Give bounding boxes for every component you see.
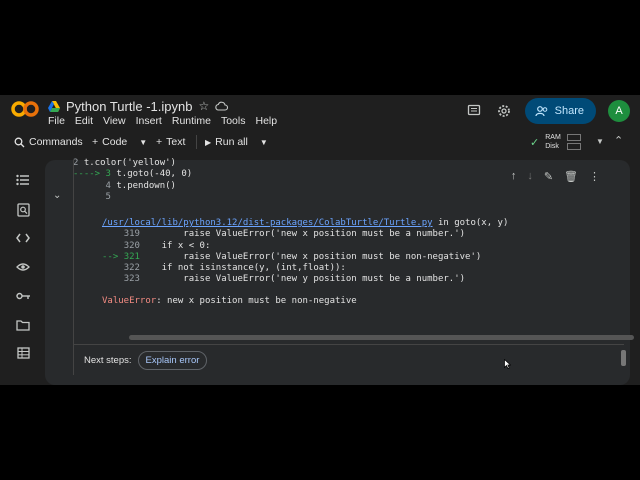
colab-logo[interactable] [10,101,40,117]
line-number: 322 [123,263,140,274]
plus-icon: + [156,136,163,148]
move-down-arrow-icon[interactable]: ↓ [527,170,533,183]
star-icon[interactable]: ☆ [198,99,209,113]
run-all-button[interactable]: ▶ Run all ▼ [205,136,268,148]
line-number: 319 [123,229,140,240]
horizontal-scrollbar[interactable] [129,335,634,340]
toolbar: Commands + Code ▼ + Text ▶ Run all ▼ ✓ R… [0,130,640,154]
data-table-icon[interactable] [15,345,31,361]
disk-bar [566,143,581,150]
menu-edit[interactable]: Edit [75,115,93,127]
play-icon: ▶ [205,137,212,147]
ram-label: RAM [545,134,561,141]
text-label: Text [166,136,186,148]
table-of-contents-icon[interactable] [15,172,31,188]
more-options-icon[interactable]: ⋮ [589,170,600,183]
menu-runtime[interactable]: Runtime [172,115,211,127]
traceback-file-link[interactable]: /usr/local/lib/python3.12/dist-packages/… [102,218,433,228]
usage-bars [566,134,581,150]
collapse-output-chevron-icon[interactable]: ⌄ [53,190,61,201]
settings-gear-icon[interactable] [495,102,513,120]
share-label: Share [554,105,584,117]
error-type: ValueError [102,296,157,306]
cell-output: /usr/local/lib/python3.12/dist-packages/… [73,160,634,375]
connected-check-icon: ✓ [530,136,540,149]
search-icon [14,137,25,147]
collapse-toolbar-chevron-icon[interactable]: ⌃ [614,134,623,147]
code-label: Code [102,136,128,148]
header-actions: Share A [465,98,630,124]
notebook-title[interactable]: Python Turtle -1.ipynb [66,99,192,114]
traceback-line: if not isinstance(y, (int,float)): [139,263,346,274]
line-number: 320 [123,240,140,251]
mouse-pointer-icon [504,359,511,369]
ram-disk-labels: RAM Disk [545,133,561,151]
menu-file[interactable]: File [48,115,65,127]
people-icon [535,105,547,116]
menu-view[interactable]: View [103,115,126,127]
next-steps-label: Next steps: [84,355,132,366]
traceback-line: if x < 0: [139,240,211,251]
left-sidebar [0,157,45,385]
code-cell[interactable]: ⌄ 2 t.color('yellow') ----> 3 t.goto(-40… [45,158,634,385]
plus-icon: + [92,136,99,148]
vertical-scrollbar[interactable] [621,350,626,366]
comment-icon[interactable] [465,102,483,120]
output-divider [74,344,624,345]
menu-help[interactable]: Help [255,115,277,127]
line-number: 323 [123,274,140,285]
cloud-sync-icon[interactable] [215,101,229,111]
menu-bar: File Edit View Insert Runtime Tools Help [48,115,277,127]
commands-button[interactable]: Commands [14,136,83,148]
disk-label: Disk [545,143,559,150]
add-text-button[interactable]: + Text [156,136,185,148]
find-replace-icon[interactable] [15,202,31,218]
edit-magic-icon[interactable]: ✎ [544,170,553,183]
share-button[interactable]: Share [524,98,596,124]
colab-window: Python Turtle -1.ipynb ☆ File Edit View … [0,95,640,385]
traceback-location: in goto(x, y) [432,218,509,228]
next-steps-row: Next steps: Explain error [84,351,208,370]
google-drive-icon[interactable] [48,100,60,112]
traceback-line: raise ValueError('new y position must be… [139,274,466,285]
chevron-down-icon[interactable]: ▼ [139,138,147,147]
add-code-button[interactable]: + Code ▼ [92,136,147,148]
menu-tools[interactable]: Tools [221,115,246,127]
traceback-line: raise ValueError('new x position must be… [139,251,482,262]
run-all-label: Run all [215,136,248,148]
title-row: Python Turtle -1.ipynb ☆ [48,97,229,115]
chevron-down-icon[interactable]: ▼ [260,138,268,147]
variables-eye-icon[interactable] [15,259,31,275]
traceback-line: raise ValueError('new x position must be… [139,229,466,240]
error-message: ValueError: new x position must be non-n… [102,296,357,307]
ram-bar [566,134,581,141]
code-snippets-icon[interactable] [15,230,31,246]
delete-trash-icon[interactable]: 🗑 [564,170,578,183]
traceback: /usr/local/lib/python3.12/dist-packages/… [102,218,508,286]
explain-error-button[interactable]: Explain error [137,351,208,370]
resource-indicator[interactable]: ✓ RAM Disk [530,133,581,151]
cell-toolbar: ↑ ↓ ✎ 🗑 ⋮ [511,170,600,183]
move-up-arrow-icon[interactable]: ↑ [511,170,517,183]
line-number: 321 [123,251,140,262]
user-avatar[interactable]: A [608,100,630,122]
menu-insert[interactable]: Insert [136,115,162,127]
error-text: : new x position must be non-negative [156,296,357,306]
toolbar-divider [196,135,197,149]
runtime-menu-chevron-icon[interactable]: ▼ [596,137,604,146]
commands-label: Commands [29,136,83,148]
secrets-key-icon[interactable] [15,288,31,304]
files-folder-icon[interactable] [15,317,31,333]
current-line-arrow: --> [102,251,124,262]
